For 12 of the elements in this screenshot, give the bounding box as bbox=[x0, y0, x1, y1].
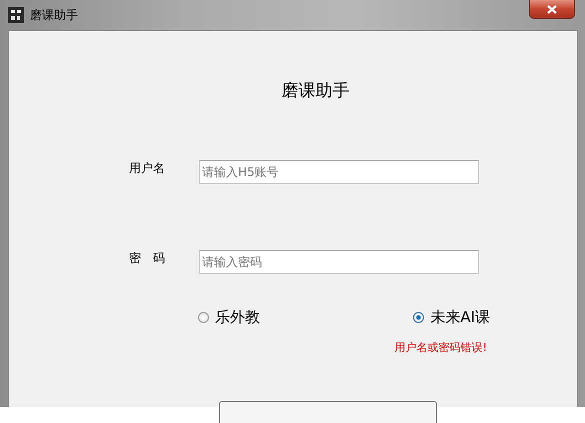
input-field[interactable]: 请输入密码 bbox=[199, 250, 479, 274]
app-heading: 磨课助手 bbox=[280, 80, 350, 102]
field-label: 密 码 bbox=[129, 250, 166, 266]
app-icon bbox=[8, 7, 24, 23]
input-field[interactable]: 请输入H5账号 bbox=[199, 160, 479, 184]
error-message: 用户名或密码错误! bbox=[394, 340, 487, 355]
radio-option[interactable]: 未来AI课 bbox=[413, 308, 490, 327]
close-icon bbox=[547, 4, 557, 14]
radio-option[interactable]: 乐外教 bbox=[198, 308, 260, 327]
close-button[interactable] bbox=[529, 0, 575, 19]
window-title: 磨课助手 bbox=[30, 6, 78, 24]
field-label: 用户名 bbox=[129, 160, 166, 176]
